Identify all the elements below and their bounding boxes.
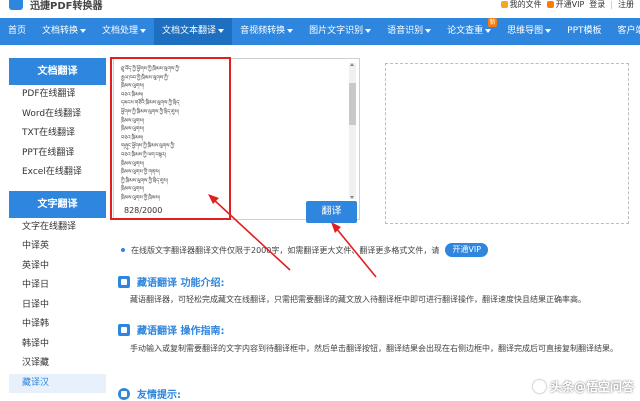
sidebar-item-zh-ko[interactable]: 中译韩: [9, 315, 106, 335]
nav-label: 文档处理: [102, 26, 139, 36]
logo-text[interactable]: 迅捷PDF转换器: [30, 0, 102, 12]
nav-home[interactable]: 首页: [0, 18, 34, 45]
sidebar-item-txt[interactable]: TXT在线翻译: [9, 124, 106, 144]
new-badge: 新: [488, 18, 498, 27]
sidebar: 文档翻译 PDF在线翻译 Word在线翻译 TXT在线翻译 PPT在线翻译 Ex…: [9, 58, 106, 401]
intro-icon: [118, 275, 130, 288]
chevron-down-icon: [140, 28, 147, 33]
sidebar-item-zh-bo[interactable]: 汉译藏: [9, 354, 106, 374]
nav-doc-process[interactable]: 文档处理: [94, 18, 154, 45]
scroll-up-icon[interactable]: [350, 63, 354, 66]
sidebar-item-ja-zh[interactable]: 日译中: [9, 296, 106, 316]
watermark: 头条@悟空问答: [532, 378, 634, 395]
nav-label: 语音识别: [387, 26, 424, 36]
nav-label: 音视频转换: [240, 26, 286, 36]
arrow-head-button: [331, 222, 341, 233]
guide-title: 藏语翻译 操作指南:: [137, 326, 225, 337]
register-link[interactable]: 注册: [618, 0, 634, 10]
translate-button[interactable]: 翻译: [306, 201, 357, 223]
nav-label: 文档文本翻译: [162, 26, 217, 36]
my-files-link[interactable]: 我的文件: [500, 0, 542, 10]
tips-heading: 友情提示:: [118, 386, 181, 401]
watermark-icon: [532, 380, 546, 393]
chevron-down-icon: [218, 28, 225, 33]
tips-icon: [118, 387, 130, 400]
nav-label: PPT模板: [567, 26, 602, 36]
guide-body: 手动输入或复制需要翻译的文字内容到待翻译框中，然后单击翻译按钮，翻译结果会出现在…: [130, 344, 618, 353]
my-files-label: 我的文件: [509, 0, 542, 9]
guide-icon: [118, 323, 130, 336]
divider: |: [610, 0, 613, 9]
open-vip-button[interactable]: 开通VIP: [445, 243, 489, 257]
chevron-down-icon: [545, 28, 552, 33]
intro-heading: 藏语翻译 功能介绍:: [118, 274, 224, 289]
nav-image-ocr[interactable]: 图片文字识别: [301, 18, 379, 45]
logo-icon[interactable]: [9, 0, 23, 10]
user-links: 我的文件 开通VIP 登录 | 注册: [500, 0, 634, 10]
bullet-icon: [121, 248, 125, 252]
char-counter: 828/2000: [124, 206, 163, 215]
sidebar-item-ppt[interactable]: PPT在线翻译: [9, 144, 106, 164]
intro-body: 藏语翻译器，可轻松完成藏文在线翻译，只需把需要翻译的藏文放入待翻译框中即可进行翻…: [130, 295, 586, 304]
scrollbar[interactable]: [349, 63, 356, 199]
sidebar-item-pdf[interactable]: PDF在线翻译: [9, 85, 106, 105]
nav-speech[interactable]: 语音识别: [379, 18, 439, 45]
nav-doc-translate[interactable]: 文档文本翻译: [154, 18, 233, 45]
notice-text: 在线版文字翻译器翻译文件仅限于2000字，如需翻译更大文件、翻译更多格式文件，请: [131, 245, 440, 255]
nav-plagiarism[interactable]: 论文查重新: [439, 18, 499, 45]
nav-doc-convert[interactable]: 文档转换: [34, 18, 94, 45]
sidebar-item-bo-zh[interactable]: 藏译汉: [9, 373, 106, 393]
nav-label: 首页: [8, 26, 27, 36]
sidebar-item-ko-zh[interactable]: 韩译中: [9, 335, 106, 355]
sidebar-item-zh-ja[interactable]: 中译日: [9, 276, 106, 296]
sidebar-item-excel[interactable]: Excel在线翻译: [9, 163, 106, 183]
chevron-down-icon: [425, 28, 432, 33]
translation-result-area[interactable]: [385, 63, 629, 224]
nav-label: 论文查重: [447, 26, 484, 36]
watermark-text: 头条@悟空问答: [549, 380, 634, 394]
nav-av-convert[interactable]: 音视频转换: [232, 18, 301, 45]
nav-mindmap[interactable]: 思维导图: [499, 18, 559, 45]
login-link[interactable]: 登录: [589, 0, 605, 10]
open-vip-label: 开通VIP: [555, 0, 585, 9]
nav-label: 思维导图: [507, 26, 544, 36]
guide-heading: 藏语翻译 操作指南:: [118, 322, 224, 337]
scroll-thumb[interactable]: [349, 83, 356, 125]
tips-title: 友情提示:: [137, 390, 181, 401]
top-header: 迅捷PDF转换器 我的文件 开通VIP 登录 | 注册: [0, 0, 640, 12]
chevron-down-icon: [80, 28, 87, 33]
sidebar-heading-text-translate: 文字翻译: [9, 190, 106, 218]
scroll-down-icon[interactable]: [350, 196, 354, 199]
limit-notice: 在线版文字翻译器翻译文件仅限于2000字，如需翻译更大文件、翻译更多格式文件，请…: [121, 243, 489, 257]
source-text-content[interactable]: ཐུ་བོད་ཀྱི་ཕྱོགས་ཀྱི་ཁྲིམས་ལུགས་ཀྱི་ རྒྱ…: [121, 65, 346, 201]
nav-label: 文档转换: [42, 26, 79, 36]
nav-ppt-template[interactable]: PPT模板: [559, 18, 609, 45]
nav-client[interactable]: 客户端: [610, 18, 640, 45]
sidebar-item-text-online[interactable]: 文字在线翻译: [9, 218, 106, 238]
source-text-area[interactable]: ཐུ་བོད་ཀྱི་ཕྱོགས་ཀྱི་ཁྲིམས་ལུགས་ཀྱི་ རྒྱ…: [113, 58, 360, 220]
main-nav: 首页 文档转换 文档处理 文档文本翻译 音视频转换 图片文字识别 语音识别 论文…: [0, 18, 640, 45]
sidebar-item-en-zh[interactable]: 英译中: [9, 257, 106, 277]
chevron-down-icon: [287, 28, 294, 33]
sidebar-heading-doc-translate: 文档翻译: [9, 58, 106, 85]
folder-icon: [500, 1, 508, 8]
open-vip-link[interactable]: 开通VIP: [546, 0, 585, 10]
nav-label: 客户端: [617, 26, 640, 36]
sidebar-item-zh-en[interactable]: 中译英: [9, 237, 106, 257]
vip-icon: [546, 1, 554, 8]
chevron-down-icon: [365, 28, 372, 33]
intro-title: 藏语翻译 功能介绍:: [137, 278, 225, 289]
sidebar-item-word[interactable]: Word在线翻译: [9, 105, 106, 125]
nav-label: 图片文字识别: [309, 26, 364, 36]
chevron-down-icon: [485, 28, 492, 33]
